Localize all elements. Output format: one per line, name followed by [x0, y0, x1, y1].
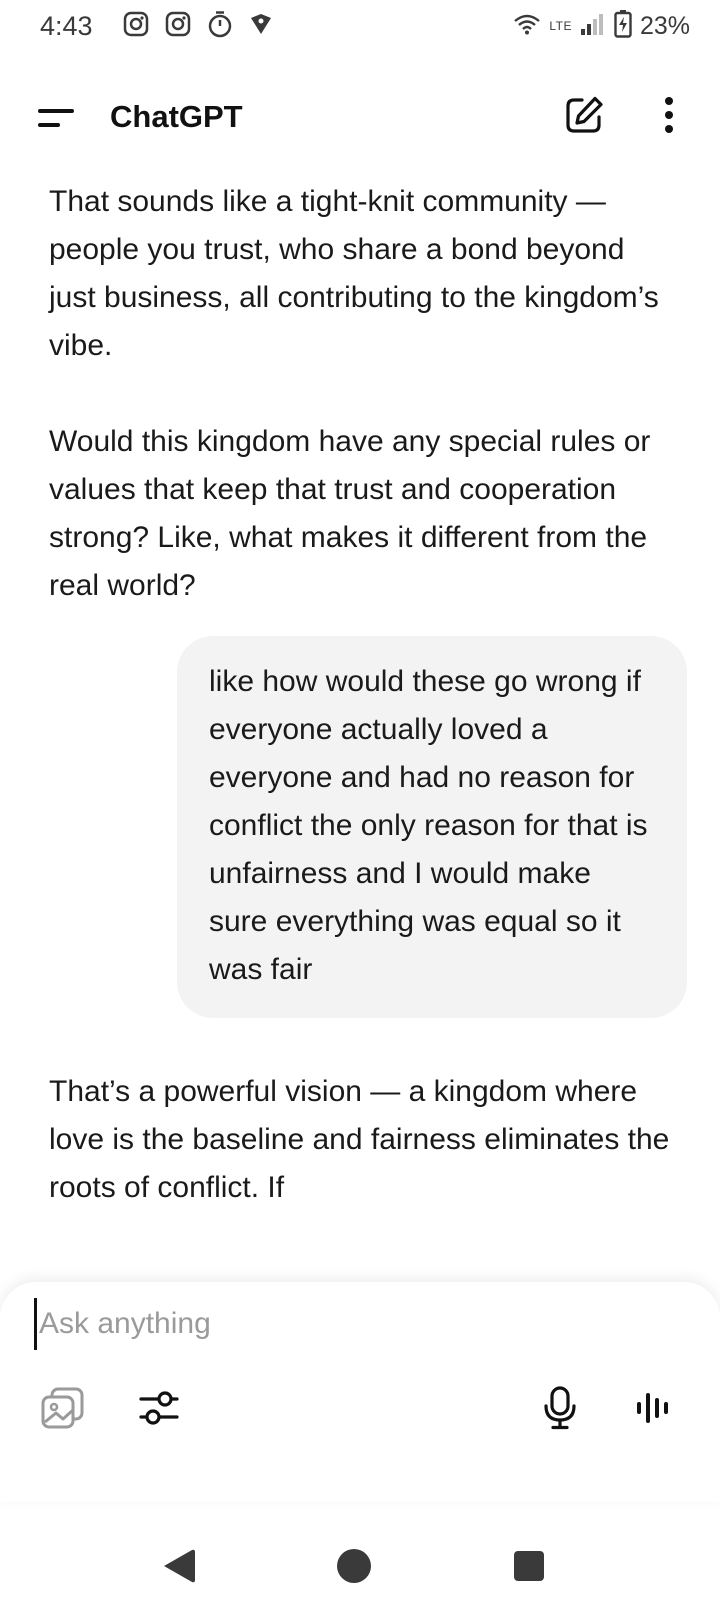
user-message-bubble[interactable]: like how would these go wrong if everyon… [177, 636, 687, 1018]
app-title: ChatGPT [110, 99, 243, 134]
new-chat-icon [564, 95, 604, 140]
signal-icon [580, 12, 606, 41]
battery-percent: 23% [639, 11, 690, 40]
voice-mode-button[interactable] [627, 1382, 683, 1438]
instagram-icon [123, 11, 149, 42]
menu-icon[interactable] [36, 97, 76, 137]
attach-image-button[interactable] [35, 1382, 91, 1438]
composer [0, 1282, 720, 1502]
chat-thread: That sounds like a tight-knit community … [0, 178, 720, 1260]
more-options-button[interactable] [654, 93, 684, 141]
back-icon [158, 1549, 202, 1592]
instagram-icon [165, 11, 191, 42]
nav-back-button[interactable] [158, 1544, 202, 1588]
assistant-paragraph: That’s a powerful vision — a kingdom whe… [49, 1075, 670, 1204]
status-time: 4:43 [40, 10, 93, 41]
home-icon [332, 1549, 376, 1592]
assistant-paragraph: That sounds like a tight-knit community … [49, 185, 659, 362]
network-label: LTE [549, 19, 572, 33]
status-left: 4:43 [40, 10, 273, 43]
assistant-message: That’s a powerful vision — a kingdom whe… [49, 1068, 678, 1212]
sliders-icon [138, 1388, 180, 1433]
assistant-paragraph: Would this kingdom have any special rule… [49, 425, 651, 602]
voice-waveform-icon [635, 1389, 675, 1432]
assistant-message: That sounds like a tight-knit community … [49, 178, 678, 610]
new-chat-button[interactable] [560, 93, 608, 141]
battery-charging-icon [614, 9, 632, 43]
microphone-icon [542, 1385, 578, 1435]
system-nav-bar [0, 1530, 720, 1602]
user-message-row: like how would these go wrong if everyon… [0, 636, 720, 1018]
tools-button[interactable] [131, 1382, 187, 1438]
status-right: LTE 23% [513, 9, 690, 43]
nav-home-button[interactable] [332, 1544, 376, 1588]
more-vert-icon [664, 96, 674, 139]
status-bar: 4:43 LTE 23% [0, 0, 720, 52]
microphone-button[interactable] [532, 1382, 588, 1438]
nav-recents-button[interactable] [507, 1544, 551, 1588]
stopwatch-icon [207, 10, 233, 43]
app-header: ChatGPT [0, 76, 720, 158]
recents-icon [507, 1551, 551, 1592]
shield-icon [249, 12, 273, 41]
image-icon [40, 1386, 86, 1435]
message-input[interactable] [34, 1298, 689, 1350]
wifi-icon [513, 13, 541, 40]
